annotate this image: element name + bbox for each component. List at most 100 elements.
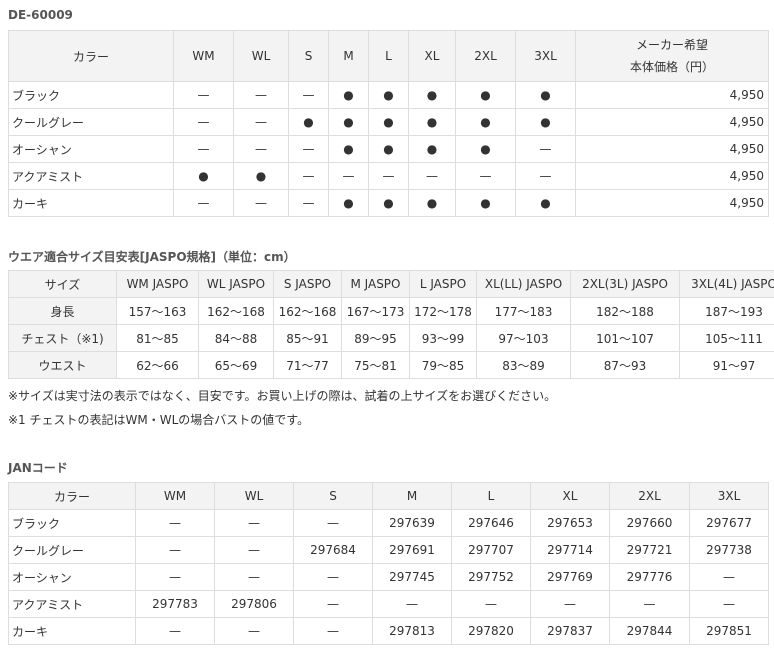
size-guide-header: WL JASPO <box>198 270 274 298</box>
size-row: ウエスト 62〜66 65〜69 71〜77 75〜81 79〜85 83〜89 87〜93 9… <box>8 351 774 379</box>
availability-cell: — <box>233 108 289 136</box>
jan-code-table: カラー WM WL S M L XL 2XL 3XL ブラック — — —297639… <box>8 482 769 645</box>
measurement-cell: 105〜111 <box>679 324 774 352</box>
jan-cell: 297738 <box>689 536 769 564</box>
color-header: カラー <box>8 30 174 82</box>
availability-cell: — <box>408 162 456 190</box>
availability-cell: — <box>173 81 234 109</box>
availability-cell: ● <box>368 108 409 136</box>
color-name: クールグレー <box>8 536 136 564</box>
price-cell: 4,950 <box>575 162 769 190</box>
jan-cell: — <box>214 563 294 591</box>
measurement-cell: 172〜178 <box>409 297 477 325</box>
jan-header: S <box>293 482 373 510</box>
measurement-cell: 162〜168 <box>198 297 274 325</box>
jan-row: オーシャン — — —297745 297752 297769 297776— <box>8 563 769 591</box>
jan-cell: — <box>609 590 690 618</box>
availability-cell: ● <box>408 189 456 217</box>
measurement-cell: 71〜77 <box>273 351 342 379</box>
jan-cell: 297646 <box>451 509 531 537</box>
size-guide-header-row: サイズ WM JASPO WL JASPO S JASPO M JASPO L … <box>8 270 774 298</box>
color-name: ブラック <box>8 81 174 109</box>
availability-cell: — <box>233 81 289 109</box>
measurement-cell: 87〜93 <box>570 351 680 379</box>
price-cell: 4,950 <box>575 108 769 136</box>
measurement-cell: 162〜168 <box>273 297 342 325</box>
availability-cell: — <box>288 162 329 190</box>
jan-cell: — <box>293 563 373 591</box>
jan-cell: 297769 <box>530 563 610 591</box>
color-name: アクアミスト <box>8 162 174 190</box>
size-guide-header: サイズ <box>8 270 117 298</box>
jan-header: カラー <box>8 482 136 510</box>
measurement-cell: 81〜85 <box>116 324 199 352</box>
size-guide-header: XL(LL) JASPO <box>476 270 571 298</box>
color-row: クールグレー — — ● ● ● ● ● ● 4,950 <box>8 108 769 136</box>
measurement-cell: 97〜103 <box>476 324 571 352</box>
jan-cell: 297677 <box>689 509 769 537</box>
color-name: アクアミスト <box>8 590 136 618</box>
measurement-cell: 85〜91 <box>273 324 342 352</box>
measurement-cell: 101〜107 <box>570 324 680 352</box>
availability-cell: ● <box>368 81 409 109</box>
jan-cell: — <box>451 590 531 618</box>
availability-cell: — <box>173 189 234 217</box>
jan-cell: 297851 <box>689 617 769 645</box>
measurement-cell: 91〜97 <box>679 351 774 379</box>
availability-cell: ● <box>455 108 516 136</box>
measurement-cell: 79〜85 <box>409 351 477 379</box>
jan-cell: 297813 <box>372 617 452 645</box>
product-code: DE-60009 <box>8 8 73 22</box>
color-name: オーシャン <box>8 135 174 163</box>
size-guide-header: M JASPO <box>341 270 410 298</box>
jan-cell: — <box>689 563 769 591</box>
measurement-cell: 84〜88 <box>198 324 274 352</box>
jan-header: WM <box>135 482 215 510</box>
color-name: オーシャン <box>8 563 136 591</box>
availability-cell: — <box>515 162 576 190</box>
jan-cell: — <box>214 617 294 645</box>
availability-cell: ● <box>408 81 456 109</box>
jan-row: アクアミスト 297783 297806— — — — — — <box>8 590 769 618</box>
jan-title: JANコード <box>8 461 68 475</box>
availability-cell: ● <box>173 162 234 190</box>
jan-cell: — <box>214 536 294 564</box>
availability-cell: ● <box>455 135 516 163</box>
size-header-s: S <box>288 30 329 82</box>
color-row: アクアミスト ● ● — — — — — —4,950 <box>8 162 769 190</box>
jan-cell: 297639 <box>372 509 452 537</box>
size-guide-header: 2XL(3L) JASPO <box>570 270 680 298</box>
availability-cell: ● <box>515 189 576 217</box>
size-header-l: L <box>368 30 409 82</box>
jan-cell: — <box>530 590 610 618</box>
availability-cell: ● <box>288 108 329 136</box>
size-guide-header: S JASPO <box>273 270 342 298</box>
jan-row: カーキ — — —297813 297820 297837 297844 297851 <box>8 617 769 645</box>
size-header-m: M <box>328 30 369 82</box>
jan-cell: — <box>135 536 215 564</box>
availability-cell: ● <box>515 81 576 109</box>
availability-cell: — <box>173 108 234 136</box>
measurement-cell: 62〜66 <box>116 351 199 379</box>
availability-cell: ● <box>408 135 456 163</box>
color-table-header-row: カラー WM WL S M L XL 2XL 3XL メーカー希望 本体価格（円… <box>8 30 769 82</box>
jan-cell: — <box>689 590 769 618</box>
measurement-cell: 177〜183 <box>476 297 571 325</box>
size-guide-header: WM JASPO <box>116 270 199 298</box>
jan-cell: 297776 <box>609 563 690 591</box>
measurement-cell: 187〜193 <box>679 297 774 325</box>
availability-cell: — <box>233 135 289 163</box>
jan-header: M <box>372 482 452 510</box>
jan-cell: 297653 <box>530 509 610 537</box>
jan-cell: 297783 <box>135 590 215 618</box>
jan-header: 3XL <box>689 482 769 510</box>
availability-cell: — <box>288 81 329 109</box>
size-header-wl: WL <box>233 30 289 82</box>
price-cell: 4,950 <box>575 135 769 163</box>
measurement-cell: 65〜69 <box>198 351 274 379</box>
jan-cell: 297691 <box>372 536 452 564</box>
size-label: 身長 <box>8 297 117 325</box>
measurement-cell: 89〜95 <box>341 324 410 352</box>
availability-cell: — <box>368 162 409 190</box>
price-cell: 4,950 <box>575 189 769 217</box>
